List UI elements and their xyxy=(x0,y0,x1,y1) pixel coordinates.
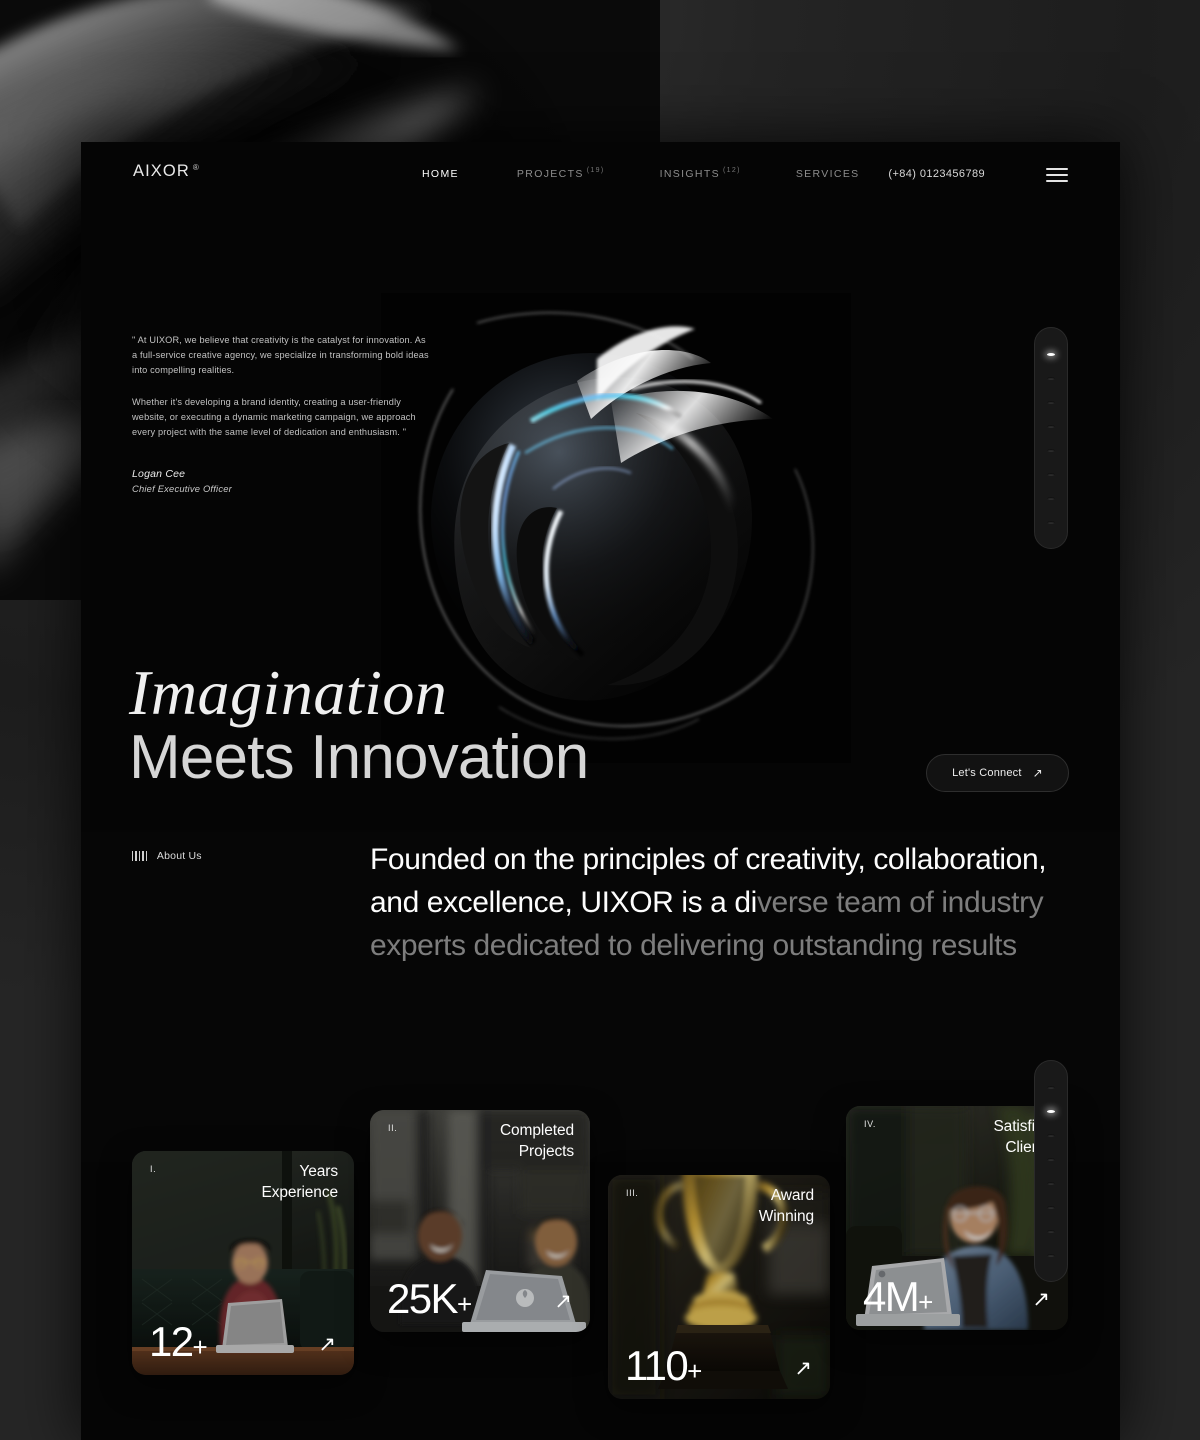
quote-paragraph-2: Whether it's developing a brand identity… xyxy=(132,396,416,437)
card-title: Years Experience xyxy=(261,1163,338,1201)
scroll-dot[interactable] xyxy=(1047,400,1055,404)
card-value-suffix: + xyxy=(687,1356,702,1386)
about-paragraph: Founded on the principles of creativity,… xyxy=(370,839,1060,968)
card-value-number: 25K xyxy=(387,1275,459,1322)
arrow-up-right-icon[interactable]: ↗ xyxy=(1032,1289,1050,1310)
arrow-up-right-icon[interactable]: ↗ xyxy=(318,1334,336,1355)
scroll-dot[interactable] xyxy=(1047,1157,1055,1161)
brand-logo[interactable]: AIXOR ® xyxy=(133,162,200,181)
nav-item-count: (19) xyxy=(586,167,605,174)
scroll-dot[interactable] xyxy=(1047,1253,1055,1257)
scroll-dot[interactable] xyxy=(1047,1181,1055,1185)
card-value: 110 + xyxy=(625,1342,702,1389)
scroll-dot[interactable] xyxy=(1047,1133,1055,1137)
card-index: II. xyxy=(388,1123,398,1133)
scroll-dot[interactable] xyxy=(1047,496,1055,500)
scroll-indicator-bottom[interactable] xyxy=(1034,1060,1068,1282)
card-title: Award Winning xyxy=(758,1187,814,1225)
hamburger-line xyxy=(1046,174,1068,176)
hero-headline: Imagination Meets Innovation xyxy=(129,657,589,792)
author-role: Chief Executive Officer xyxy=(132,483,232,495)
nav-item-services[interactable]: SERVICES xyxy=(796,168,863,180)
nav-item-label: INSIGHTS xyxy=(659,168,720,180)
ceo-quote-block: " At UIXOR, we believe that creativity i… xyxy=(132,333,432,494)
hamburger-menu-icon[interactable] xyxy=(1046,168,1068,182)
scroll-dot[interactable] xyxy=(1047,352,1055,356)
stat-card-years-experience[interactable]: I. Years Experience 12 + ↗ xyxy=(132,1151,354,1375)
scroll-indicator-top[interactable] xyxy=(1034,327,1068,549)
hamburger-line xyxy=(1046,168,1068,170)
card-value: 25K + xyxy=(387,1275,472,1322)
stat-card-completed-projects[interactable]: II. Completed Projects 25K + ↗ xyxy=(370,1110,590,1332)
card-index: IV. xyxy=(864,1119,876,1129)
nav-item-insights[interactable]: INSIGHTS (12) xyxy=(659,167,741,180)
card-value: 12 + xyxy=(149,1318,208,1365)
registered-trademark-icon: ® xyxy=(192,163,200,172)
arrow-up-right-icon[interactable]: ↗ xyxy=(554,1291,572,1312)
nav-item-projects[interactable]: PROJECTS (19) xyxy=(516,167,605,180)
card-value-suffix: + xyxy=(918,1287,933,1317)
lets-connect-label: Let's Connect xyxy=(952,767,1022,779)
nav-item-count: (12) xyxy=(722,167,741,174)
arrow-up-right-icon: ↗ xyxy=(1032,766,1043,780)
scroll-dot[interactable] xyxy=(1047,1229,1055,1233)
card-index: I. xyxy=(150,1164,157,1174)
nav-item-home[interactable]: HOME xyxy=(422,168,462,180)
card-value-number: 4M xyxy=(863,1273,920,1320)
card-index: III. xyxy=(626,1188,639,1198)
website-page-frame: AIXOR ® HOME PROJECTS (19) INSIGHTS (12)… xyxy=(81,142,1120,1440)
stat-card-award-winning[interactable]: III. Award Winning 110 + ↗ xyxy=(608,1175,830,1399)
scroll-dot[interactable] xyxy=(1047,472,1055,476)
nav-links: HOME PROJECTS (19) INSIGHTS (12) SERVICE… xyxy=(422,167,918,180)
scroll-dot[interactable] xyxy=(1047,448,1055,452)
headline-line-1: Imagination xyxy=(129,657,448,728)
barcode-icon xyxy=(132,851,147,861)
card-value-suffix: + xyxy=(456,1289,472,1319)
card-title: Completed Projects xyxy=(499,1122,574,1160)
hero-section: " At UIXOR, we believe that creativity i… xyxy=(81,208,1120,832)
quote-paragraph-1: " At UIXOR, we believe that creativity i… xyxy=(132,335,429,376)
scroll-dot[interactable] xyxy=(1047,1109,1055,1113)
author-name: Logan Cee xyxy=(132,468,186,481)
brand-name: AIXOR xyxy=(133,162,190,180)
scroll-dot[interactable] xyxy=(1047,424,1055,428)
nav-item-label: HOME xyxy=(422,168,459,180)
headline-line-2: Meets Innovation xyxy=(129,722,589,792)
card-value: 4M + xyxy=(863,1273,933,1320)
about-us-label: About Us xyxy=(156,850,202,862)
scroll-dot[interactable] xyxy=(1047,1085,1055,1089)
card-value-suffix: + xyxy=(192,1332,208,1362)
scroll-dot[interactable] xyxy=(1047,1205,1055,1209)
arrow-up-right-icon[interactable]: ↗ xyxy=(794,1358,812,1379)
lets-connect-button[interactable]: Let's Connect ↗ xyxy=(926,754,1069,792)
about-us-tag: About Us xyxy=(132,850,202,862)
card-value-number: 12 xyxy=(149,1318,194,1365)
scroll-dot[interactable] xyxy=(1047,520,1055,524)
quote-signature: Logan Cee Chief Executive Officer xyxy=(132,468,432,494)
card-value-number: 110 xyxy=(625,1342,689,1389)
phone-number[interactable]: (+84) 0123456789 xyxy=(888,168,985,180)
nav-item-label: PROJECTS xyxy=(516,168,584,180)
top-navigation-bar: AIXOR ® HOME PROJECTS (19) INSIGHTS (12)… xyxy=(81,142,1120,208)
nav-item-label: SERVICES xyxy=(795,168,860,180)
scroll-dot[interactable] xyxy=(1047,376,1055,380)
hamburger-line xyxy=(1046,180,1068,182)
